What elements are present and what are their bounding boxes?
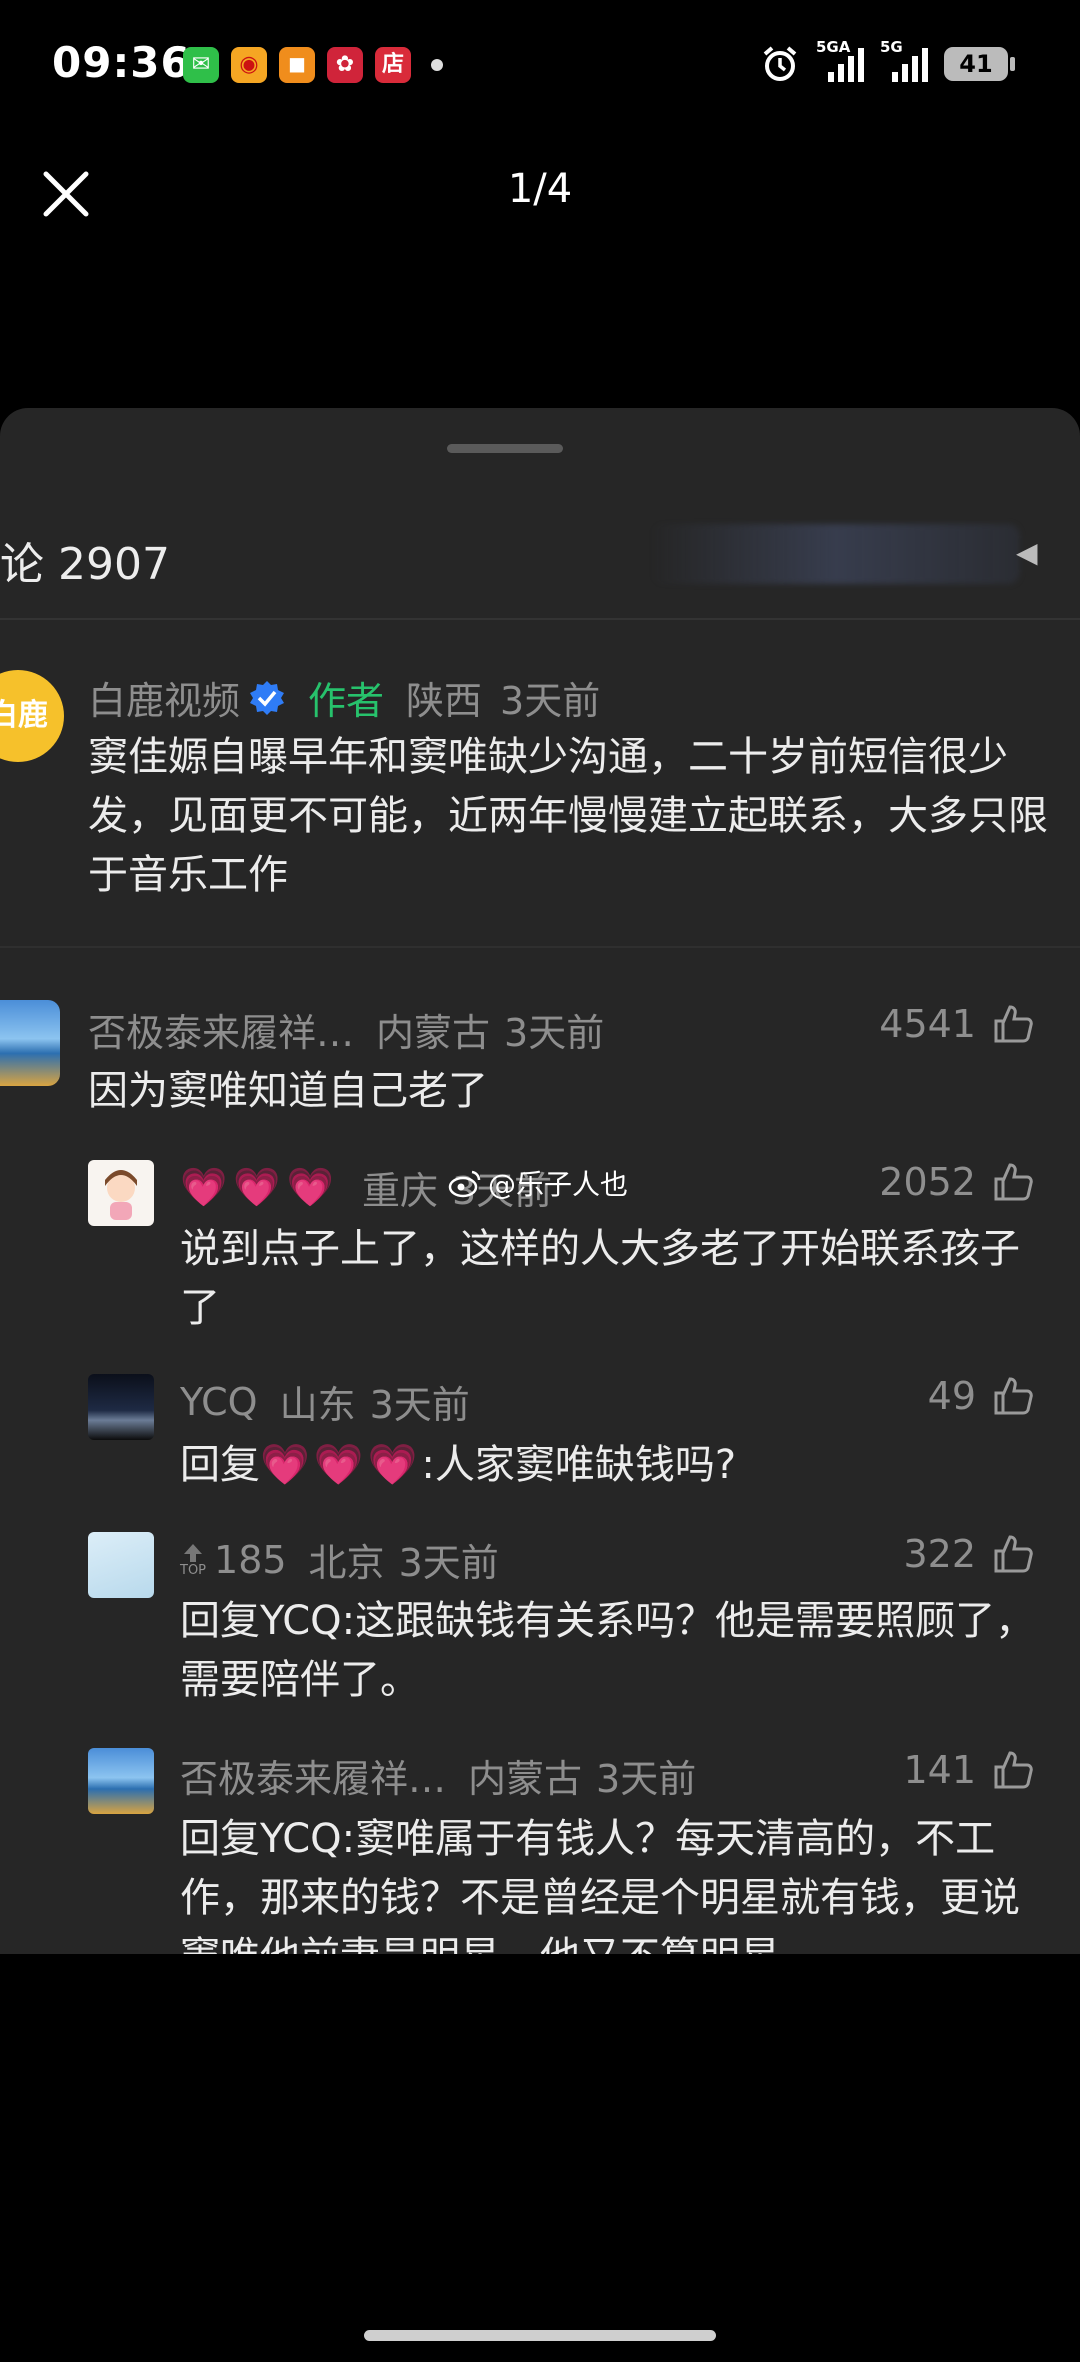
comments-title-text: 评论 2907 xyxy=(0,539,170,590)
like-button[interactable]: 49 xyxy=(928,1374,1034,1418)
comment-location: 北京 xyxy=(308,1541,385,1585)
comment-text[interactable]: 回复YCQ:窦唯属于有钱人？每天清高的，不工作，那来的钱？不是曾经是个明星就有钱… xyxy=(180,1810,1040,1954)
avatar[interactable] xyxy=(88,1374,154,1440)
like-button[interactable]: 141 xyxy=(903,1748,1034,1792)
like-count: 322 xyxy=(903,1532,976,1576)
author-badge: 作者 xyxy=(308,679,385,723)
watermark: @乐子人也 xyxy=(448,1163,628,1203)
more-notifications-dot xyxy=(431,59,443,71)
alarm-icon xyxy=(763,46,797,81)
comment-text[interactable]: 回复💗💗💗:人家窦唯缺钱吗? xyxy=(180,1436,1040,1495)
arrow-up-icon xyxy=(184,1543,202,1562)
comments-count-title: 评论 2907 xyxy=(0,528,214,592)
like-count: 49 xyxy=(927,1374,976,1418)
reply-text: :人家窦唯缺钱吗? xyxy=(421,1442,737,1488)
top-badge: TOP xyxy=(180,1542,206,1578)
signal-5g-icon: 5G xyxy=(880,38,928,82)
comment-text[interactable]: 窦佳嫄自曝早年和窦唯缺少沟通，二十岁前短信很少发，见面更不可能，近两年慢慢建立起… xyxy=(88,728,1048,905)
signal-5ga-icon: 5GA xyxy=(816,38,864,82)
like-button[interactable]: 2052 xyxy=(879,1160,1034,1204)
comment-username[interactable]: 185 xyxy=(214,1538,287,1582)
comment-text[interactable]: 因为窦唯知道自己老了 xyxy=(88,1062,1028,1121)
game-icon: ✿ xyxy=(327,47,363,83)
reply-to-user[interactable]: 💗💗💗 xyxy=(260,1442,421,1488)
avatar-text: 白鹿 xyxy=(0,698,48,733)
comment-text[interactable]: 回复YCQ:这跟缺钱有关系吗？他是需要照顾了，需要陪伴了。 xyxy=(180,1592,1040,1710)
top-label: TOP xyxy=(180,1562,207,1578)
drag-handle[interactable] xyxy=(447,444,563,453)
reply-meta: YCQ 山东 3天前 xyxy=(180,1374,470,1429)
avatar[interactable] xyxy=(0,1000,60,1086)
reply-meta: TOP 185 北京 3天前 xyxy=(180,1532,499,1587)
like-count: 141 xyxy=(903,1748,976,1792)
avatar[interactable] xyxy=(88,1160,154,1226)
home-indicator[interactable] xyxy=(364,2330,716,2341)
comment-location: 山东 xyxy=(279,1383,356,1427)
thumbs-up-icon xyxy=(994,1377,1033,1415)
comment-divider xyxy=(0,946,1080,948)
avatar[interactable] xyxy=(88,1532,154,1598)
store-icon: 店 xyxy=(375,47,411,83)
taobao-icon: ◼ xyxy=(279,47,315,83)
like-button[interactable]: 4541 xyxy=(879,1002,1034,1046)
comment-username[interactable]: 否极泰来履祥… xyxy=(88,1002,354,1057)
comment-location: 内蒙古 xyxy=(468,1757,583,1801)
comment-username[interactable]: 白鹿视频 xyxy=(88,670,240,725)
notification-icons: ✉ ◉ ◼ ✿ 店 xyxy=(183,47,443,83)
comment-username[interactable]: YCQ xyxy=(180,1380,258,1424)
battery-icon: 41 xyxy=(944,47,1015,81)
comment-time: 3天前 xyxy=(504,1011,605,1055)
avatar[interactable]: 白鹿 xyxy=(0,670,64,762)
page-counter: 1/4 xyxy=(507,166,573,212)
comment-location: 内蒙古 xyxy=(376,1011,491,1055)
comment-location: 陕西 xyxy=(406,679,483,723)
weibo-logo-icon xyxy=(448,1170,481,1198)
status-right: 5GA 5G 41 xyxy=(760,38,1015,84)
like-count: 2052 xyxy=(879,1160,976,1204)
comment-username[interactable]: 否极泰来履祥… xyxy=(180,1748,446,1803)
collapse-icon[interactable]: ◀ xyxy=(1016,536,1038,569)
comment-time: 3天前 xyxy=(398,1541,499,1585)
comment-location: 重庆 xyxy=(361,1169,438,1213)
author-comment-meta: 白鹿视频 作者 陕西 3天前 xyxy=(88,670,600,725)
signal-5ga-label: 5GA xyxy=(816,38,851,56)
comment-text[interactable]: 说到点子上了，这样的人大多老了开始联系孩子了 xyxy=(180,1220,1040,1338)
like-button[interactable]: 322 xyxy=(903,1532,1034,1576)
thumbs-up-icon xyxy=(994,1535,1033,1573)
header-divider xyxy=(0,618,1080,620)
thumbs-up-icon xyxy=(994,1751,1033,1789)
signal-5g-label: 5G xyxy=(880,38,903,56)
wechat-icon: ✉ xyxy=(183,47,219,83)
reply-prefix: 回复 xyxy=(180,1442,260,1488)
comment-time: 3天前 xyxy=(369,1383,470,1427)
watermark-text: @乐子人也 xyxy=(488,1168,629,1201)
status-time: 09:36 xyxy=(52,38,191,87)
weibo-icon: ◉ xyxy=(231,47,267,83)
like-count: 4541 xyxy=(879,1002,976,1046)
comment-time: 3天前 xyxy=(596,1757,697,1801)
reply-meta: 否极泰来履祥… 内蒙古 3天前 xyxy=(180,1748,696,1803)
cartoon-girl-icon xyxy=(105,1170,137,1220)
verified-icon xyxy=(250,680,285,715)
comment-time: 3天前 xyxy=(500,679,601,723)
thumbs-up-icon xyxy=(994,1005,1033,1043)
avatar[interactable] xyxy=(88,1748,154,1814)
comment-username[interactable]: 💗💗💗 xyxy=(180,1165,340,1210)
header-blurred-area xyxy=(650,524,1020,584)
thumbs-up-icon xyxy=(994,1163,1033,1201)
comment-meta: 否极泰来履祥… 内蒙古 3天前 xyxy=(88,1002,604,1057)
